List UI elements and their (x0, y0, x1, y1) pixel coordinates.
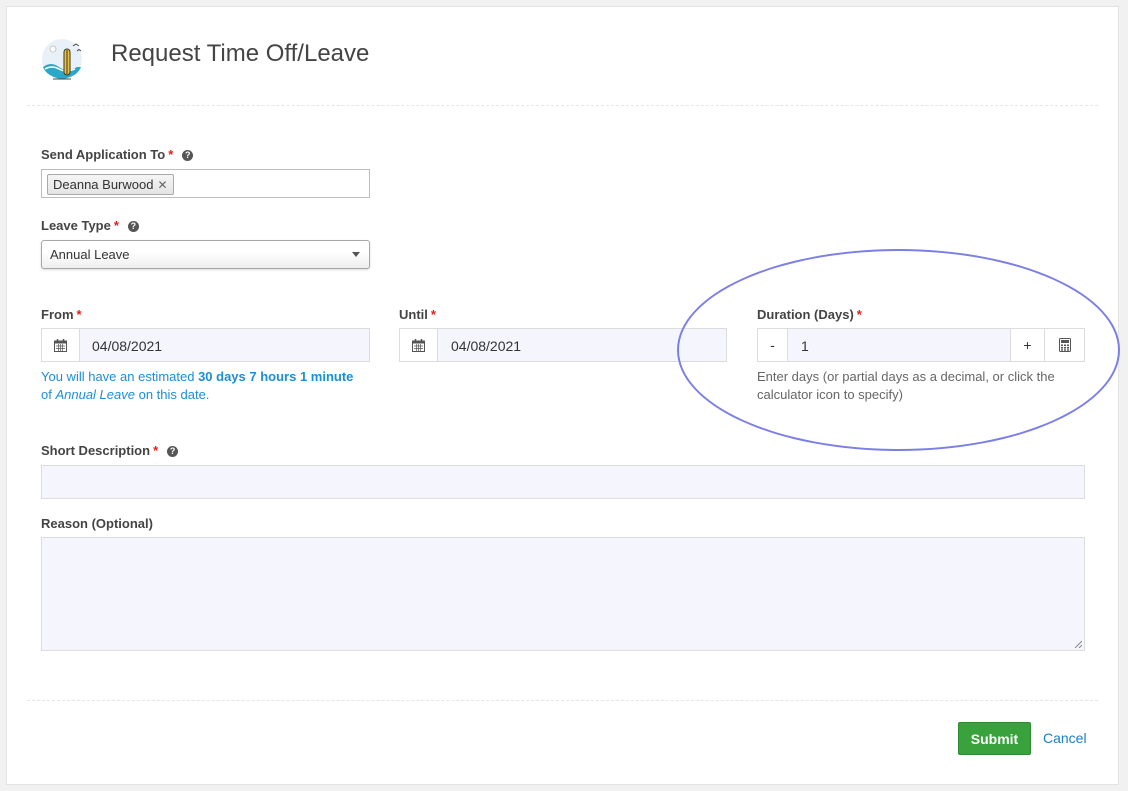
from-date-value: 04/08/2021 (92, 338, 163, 354)
until-label: Until * (399, 307, 436, 322)
required-mark: * (113, 218, 119, 233)
page-title: Request Time Off/Leave (111, 40, 370, 67)
from-calendar-button[interactable] (41, 328, 80, 362)
from-date-input[interactable]: 04/08/2021 (79, 328, 370, 362)
short-description-input[interactable] (41, 465, 1085, 499)
leave-balance-info: You will have an estimated 30 days 7 hou… (41, 369, 354, 402)
footer-divider (27, 700, 1098, 701)
until-date-value: 04/08/2021 (451, 338, 522, 354)
required-mark: * (153, 443, 159, 458)
chevron-down-icon (352, 252, 360, 257)
resize-handle-icon[interactable] (1074, 640, 1082, 648)
leave-type-label: Leave Type *? (41, 218, 139, 233)
short-description-label: Short Description *? (41, 443, 179, 458)
annotation-ellipse (677, 249, 1120, 451)
help-icon[interactable]: ? (127, 221, 139, 232)
cancel-link[interactable]: Cancel (1043, 730, 1087, 746)
help-icon[interactable]: ? (182, 150, 194, 161)
until-calendar-button[interactable] (399, 328, 438, 362)
header-divider (27, 105, 1098, 106)
calendar-icon (412, 338, 425, 352)
reason-textarea[interactable] (41, 537, 1085, 651)
required-mark: * (168, 147, 174, 162)
calendar-icon (54, 338, 67, 352)
send-to-label: Send Application To *? (41, 147, 194, 162)
leave-type-select[interactable]: Annual Leave (41, 240, 370, 269)
remove-recipient-icon[interactable]: ✕ (157, 178, 167, 192)
submit-button[interactable]: Submit (958, 722, 1031, 755)
beach-surfboard-icon (37, 37, 87, 83)
required-mark: * (430, 307, 436, 322)
recipient-tag: Deanna Burwood ✕ (47, 174, 174, 195)
leave-type-value: Annual Leave (50, 247, 130, 262)
help-icon[interactable]: ? (167, 446, 179, 457)
send-to-field[interactable]: Deanna Burwood ✕ (41, 169, 370, 198)
reason-label: Reason (Optional) (41, 516, 153, 531)
from-label: From * (41, 307, 82, 322)
recipient-tag-label: Deanna Burwood (53, 177, 154, 192)
required-mark: * (76, 307, 82, 322)
